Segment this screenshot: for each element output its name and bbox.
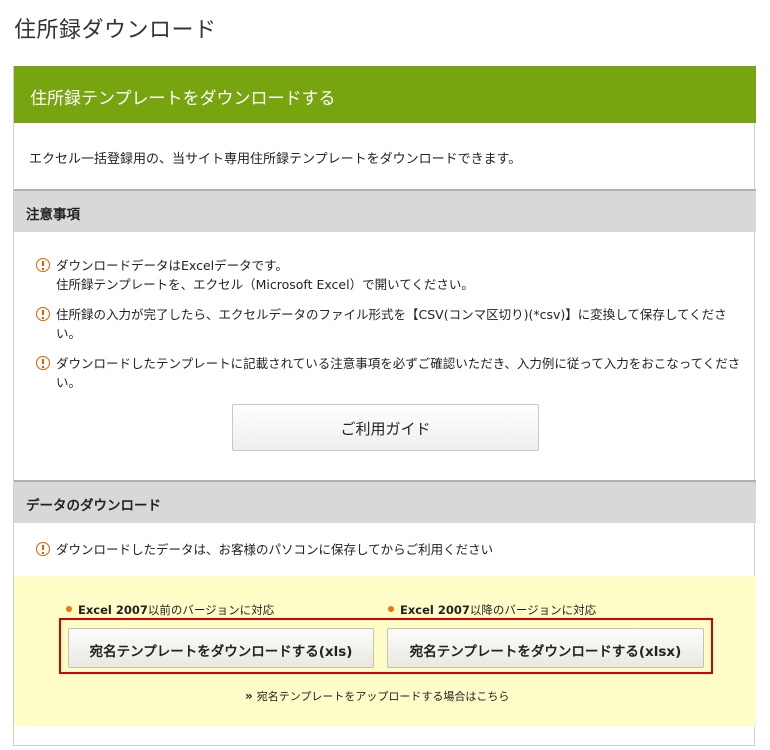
- intro-text: エクセル一括登録用の、当サイト専用住所録テンプレートをダウンロードできます。: [29, 152, 522, 167]
- upload-link-label: 宛名テンプレートをアップロードする場合はこちら: [256, 690, 510, 703]
- usage-guide-label: ご利用ガイド: [340, 420, 431, 438]
- warning-icon: [36, 307, 50, 321]
- bullet-icon: [388, 606, 394, 612]
- download-note-text: ダウンロードしたデータは、お客様のパソコンに保存してからご利用ください: [56, 542, 494, 557]
- double-chevron-right-icon: »: [245, 689, 253, 703]
- template-section-header: 住所録テンプレートをダウンロードする: [14, 66, 756, 123]
- usage-guide-button[interactable]: ご利用ガイド: [232, 404, 539, 451]
- xlsx-version-label: Excel 2007以降のバージョンに対応: [388, 602, 596, 618]
- download-section-title: データのダウンロード: [26, 498, 161, 514]
- bullet-icon: [66, 606, 72, 612]
- warning-icon: [36, 356, 50, 370]
- xls-version-label: Excel 2007以前のバージョンに対応: [66, 602, 274, 618]
- warning-icon: [36, 542, 50, 556]
- template-panel: 住所録テンプレートをダウンロードする エクセル一括登録用の、当サイト専用住所録テ…: [13, 66, 756, 746]
- note-text: ダウンロードデータはExcelデータです。 住所録テンプレートを、エクセル（Mi…: [56, 258, 474, 292]
- notes-section-title: 注意事項: [26, 207, 80, 223]
- download-xls-button[interactable]: 宛名テンプレートをダウンロードする(xls): [68, 628, 374, 668]
- warning-icon: [36, 258, 50, 272]
- template-section-title: 住所録テンプレートをダウンロードする: [30, 89, 336, 109]
- download-xlsx-button[interactable]: 宛名テンプレートをダウンロードする(xlsx): [387, 628, 704, 668]
- note-text: 住所録の入力が完了したら、エクセルデータのファイル形式を【CSV(コンマ区切り)…: [56, 307, 727, 341]
- download-xls-label: 宛名テンプレートをダウンロードする(xls): [89, 644, 353, 660]
- download-xlsx-label: 宛名テンプレートをダウンロードする(xlsx): [409, 644, 682, 660]
- notes-section-header: 注意事項: [14, 189, 756, 232]
- upload-template-link[interactable]: » 宛名テンプレートをアップロードする場合はこちら: [245, 688, 509, 704]
- download-area: Excel 2007以前のバージョンに対応 Excel 2007以降のバージョン…: [14, 576, 756, 726]
- note-text: ダウンロードしたテンプレートに記載されている注意事項を必ずご確認いただき、入力例…: [56, 356, 741, 390]
- download-section-header: データのダウンロード: [14, 480, 756, 523]
- page-title: 住所録ダウンロード: [14, 18, 217, 43]
